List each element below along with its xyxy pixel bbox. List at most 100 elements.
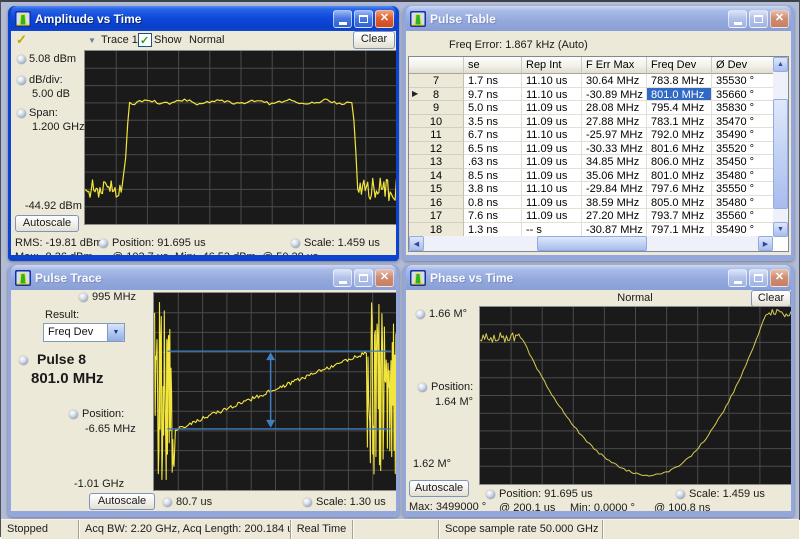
row-header[interactable]: 17	[409, 209, 464, 223]
table-cell[interactable]: 11.09 us	[522, 169, 582, 183]
table-cell[interactable]: 35660 °	[712, 88, 775, 102]
vertical-scrollbar[interactable]: ▲ ▼	[773, 57, 788, 237]
close-button[interactable]: ✕	[770, 269, 789, 287]
adjust-knob-icon[interactable]	[416, 310, 425, 319]
adjust-knob-icon[interactable]	[418, 383, 427, 392]
maximize-button[interactable]	[749, 269, 768, 287]
vscroll-thumb[interactable]	[773, 99, 788, 209]
autoscale-button[interactable]: Autoscale	[15, 215, 79, 232]
row-header[interactable]: 15	[409, 182, 464, 196]
adjust-knob-icon[interactable]	[19, 356, 28, 365]
minimize-button[interactable]	[333, 10, 352, 28]
table-row[interactable]: 148.5 ns11.09 us35.06 MHz801.0 MHz35480 …	[409, 169, 788, 183]
table-cell[interactable]: 6.5 ns	[464, 142, 522, 156]
titlebar[interactable]: Amplitude vs Time ✕	[11, 6, 396, 31]
table-cell[interactable]: 27.20 MHz	[582, 209, 647, 223]
row-header-corner[interactable]	[409, 57, 464, 74]
table-cell[interactable]: 30.64 MHz	[582, 74, 647, 88]
table-cell[interactable]: -30.33 MHz	[582, 142, 647, 156]
chevron-down-icon[interactable]: ▼	[88, 36, 96, 45]
table-cell[interactable]: 35.06 MHz	[582, 169, 647, 183]
table-cell[interactable]: 11.09 us	[522, 101, 582, 115]
table-cell[interactable]: 6.7 ns	[464, 128, 522, 142]
column-header[interactable]: Freq Dev	[647, 57, 712, 74]
row-header[interactable]: 13	[409, 155, 464, 169]
adjust-knob-icon[interactable]	[17, 109, 26, 118]
table-cell[interactable]: 805.0 MHz	[647, 196, 712, 210]
autoscale-button[interactable]: Autoscale	[409, 480, 469, 497]
table-cell[interactable]: 35490 °	[712, 223, 775, 237]
adjust-knob-icon[interactable]	[291, 239, 300, 248]
minimize-button[interactable]	[728, 10, 747, 28]
table-cell[interactable]: 11.10 us	[522, 74, 582, 88]
table-row[interactable]: 103.5 ns11.09 us27.88 MHz783.1 MHz35470 …	[409, 115, 788, 129]
table-cell[interactable]: 35530 °	[712, 74, 775, 88]
maximize-button[interactable]	[354, 269, 373, 287]
table-cell[interactable]: 806.0 MHz	[647, 155, 712, 169]
table-cell[interactable]: 35450 °	[712, 155, 775, 169]
table-cell[interactable]: 11.09 us	[522, 155, 582, 169]
clear-button[interactable]: Clear	[751, 290, 791, 307]
maximize-button[interactable]	[354, 10, 373, 28]
table-cell[interactable]: 797.6 MHz	[647, 182, 712, 196]
table-cell[interactable]: 801.0 MHz	[647, 88, 712, 102]
table-cell[interactable]: 7.6 ns	[464, 209, 522, 223]
adjust-knob-icon[interactable]	[69, 410, 78, 419]
table-cell[interactable]: 792.0 MHz	[647, 128, 712, 142]
titlebar[interactable]: Pulse Trace ✕	[11, 265, 396, 290]
table-cell[interactable]: 3.5 ns	[464, 115, 522, 129]
pulse-table[interactable]: seRep IntF Err MaxFreq DevØ Dev 71.7 ns1…	[408, 56, 789, 252]
close-button[interactable]: ✕	[375, 10, 394, 28]
close-button[interactable]: ✕	[770, 10, 789, 28]
column-header[interactable]: F Err Max	[582, 57, 647, 74]
table-cell[interactable]: 27.88 MHz	[582, 115, 647, 129]
table-cell[interactable]: 783.1 MHz	[647, 115, 712, 129]
adjust-knob-icon[interactable]	[79, 293, 88, 302]
scroll-up-icon[interactable]: ▲	[773, 57, 788, 72]
table-cell[interactable]: -29.84 MHz	[582, 182, 647, 196]
horizontal-scrollbar[interactable]: ◀ ▶	[409, 236, 773, 251]
row-header[interactable]: 10	[409, 115, 464, 129]
scroll-right-icon[interactable]: ▶	[758, 236, 773, 251]
autoscale-button[interactable]: Autoscale	[89, 493, 155, 510]
column-header[interactable]: se	[464, 57, 522, 74]
table-cell[interactable]: 11.10 us	[522, 128, 582, 142]
table-cell[interactable]: 11.09 us	[522, 196, 582, 210]
pulse-trace-plot[interactable]	[153, 292, 396, 491]
column-header[interactable]: Ø Dev	[712, 57, 775, 74]
titlebar[interactable]: Phase vs Time ✕	[406, 265, 791, 290]
show-checkbox[interactable]: ✓	[138, 33, 152, 47]
table-cell[interactable]: 11.10 us	[522, 88, 582, 102]
table-cell[interactable]: -30.87 MHz	[582, 223, 647, 237]
table-cell[interactable]: 11.09 us	[522, 209, 582, 223]
minimize-button[interactable]	[728, 269, 747, 287]
table-cell[interactable]: 35560 °	[712, 209, 775, 223]
result-dropdown[interactable]: Freq Dev ▼	[43, 323, 125, 342]
table-cell[interactable]: 34.85 MHz	[582, 155, 647, 169]
table-cell[interactable]: 795.4 MHz	[647, 101, 712, 115]
column-header[interactable]: Rep Int	[522, 57, 582, 74]
hscroll-thumb[interactable]	[537, 236, 647, 251]
table-cell[interactable]: 801.6 MHz	[647, 142, 712, 156]
adjust-knob-icon[interactable]	[303, 498, 312, 507]
table-row[interactable]: 13.63 ns11.09 us34.85 MHz806.0 MHz35450 …	[409, 155, 788, 169]
table-cell[interactable]: 11.10 us	[522, 182, 582, 196]
adjust-knob-icon[interactable]	[163, 498, 172, 507]
table-cell[interactable]: 1.3 ns	[464, 223, 522, 237]
table-row[interactable]: 181.3 ns-- s-30.87 MHz797.1 MHz35490 °	[409, 223, 788, 237]
table-row[interactable]: 153.8 ns11.10 us-29.84 MHz797.6 MHz35550…	[409, 182, 788, 196]
phase-plot[interactable]	[479, 306, 791, 485]
scroll-down-icon[interactable]: ▼	[773, 222, 788, 237]
table-cell[interactable]: -- s	[522, 223, 582, 237]
close-button[interactable]: ✕	[375, 269, 394, 287]
table-row[interactable]: 177.6 ns11.09 us27.20 MHz793.7 MHz35560 …	[409, 209, 788, 223]
table-cell[interactable]: 35830 °	[712, 101, 775, 115]
adjust-knob-icon[interactable]	[17, 76, 26, 85]
table-cell[interactable]: .63 ns	[464, 155, 522, 169]
table-cell[interactable]: 11.09 us	[522, 115, 582, 129]
table-cell[interactable]: 3.8 ns	[464, 182, 522, 196]
table-cell[interactable]: 0.8 ns	[464, 196, 522, 210]
table-row[interactable]: 160.8 ns11.09 us38.59 MHz805.0 MHz35480 …	[409, 196, 788, 210]
adjust-knob-icon[interactable]	[486, 490, 495, 499]
table-cell[interactable]: 9.7 ns	[464, 88, 522, 102]
